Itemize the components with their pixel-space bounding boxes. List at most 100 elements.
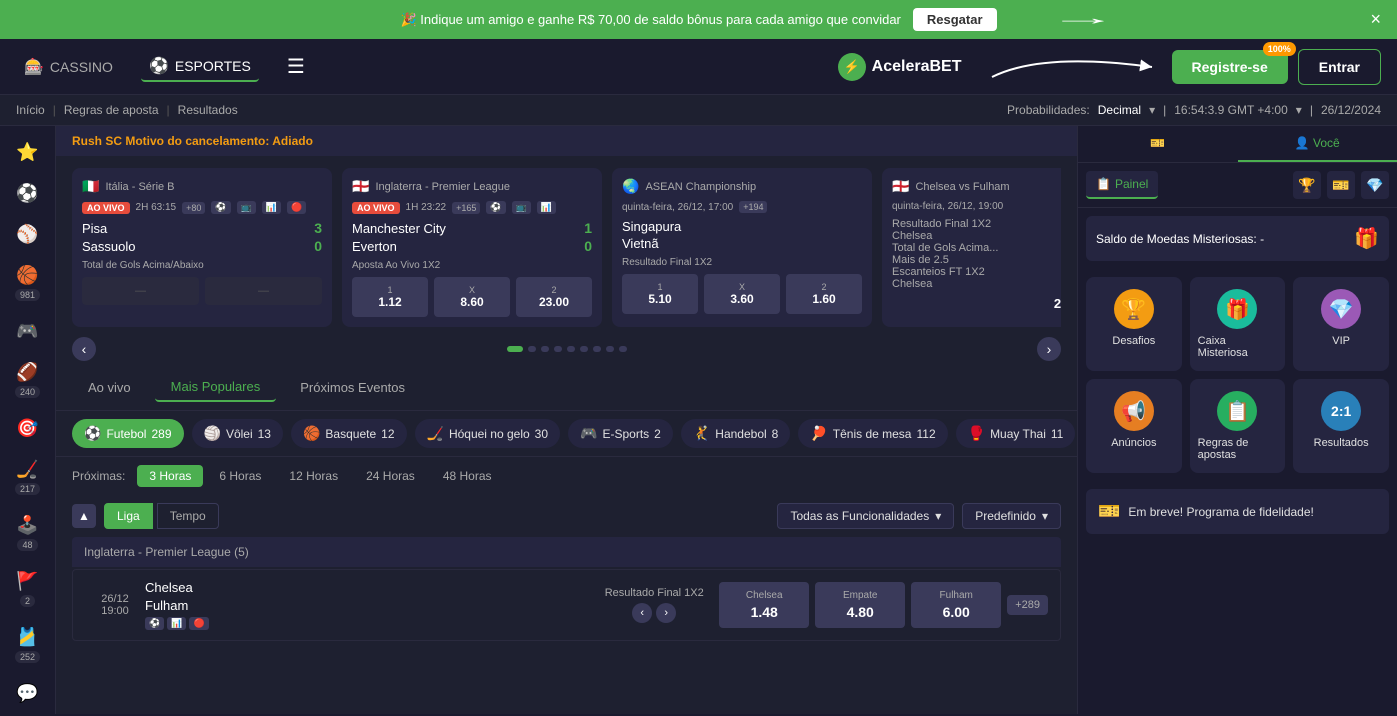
fidelity-banner: 🎫 Em breve! Programa de fidelidade! — [1086, 489, 1389, 534]
odd-1-2[interactable]: — — [205, 277, 322, 305]
action-caixa-misteriosa[interactable]: 🎁 Caixa Misteriosa — [1190, 277, 1286, 371]
time-6h[interactable]: 6 Horas — [207, 465, 273, 487]
action-resultados[interactable]: 2:1 Resultados — [1293, 379, 1389, 473]
ticket-icon-btn[interactable]: 🎫 — [1327, 171, 1355, 199]
odds-prev[interactable]: ‹ — [632, 603, 652, 623]
sport-tenis-mesa[interactable]: 🏓 Tênis de mesa 112 — [798, 419, 947, 448]
flag-asean: 🌏 — [622, 178, 639, 195]
dot-2[interactable] — [541, 346, 549, 352]
time-3h[interactable]: 3 Horas — [137, 465, 203, 487]
predefined-dropdown[interactable]: Predefinido ▾ — [962, 503, 1061, 529]
dot-6[interactable] — [593, 346, 601, 352]
time-24h[interactable]: 24 Horas — [354, 465, 427, 487]
view-tempo[interactable]: Tempo — [157, 503, 219, 529]
plus-badge[interactable]: +289 — [1007, 595, 1048, 615]
odd-empate[interactable]: Empate 4.80 — [815, 582, 905, 628]
action-anuncios[interactable]: 📢 Anúncios — [1086, 379, 1182, 473]
logo: ⚡ AceleraBET — [838, 53, 962, 81]
action-desafios[interactable]: 🏆 Desafios — [1086, 277, 1182, 371]
sidebar-item-basketball[interactable]: 🏀 981 — [3, 257, 53, 309]
sport-muay-thai[interactable]: 🥊 Muay Thai 11 — [956, 419, 1076, 448]
inicio-link[interactable]: Início — [16, 103, 45, 117]
time-48h[interactable]: 48 Horas — [431, 465, 504, 487]
odd-2-2[interactable]: X 8.60 — [434, 277, 510, 317]
league-1: Itália - Série B — [105, 181, 174, 193]
logo-icon: ⚡ — [838, 53, 866, 81]
sport-volei[interactable]: 🏐 Vôlei 13 — [192, 419, 283, 448]
jersey-icon: 🎽 — [16, 627, 38, 648]
odd-3-1[interactable]: 1 5.10 — [622, 274, 698, 314]
gaming-icon: 🎮 — [16, 321, 38, 342]
sidebar-item-esports[interactable]: 🕹️ 48 — [3, 507, 53, 559]
sidebar-item-soccer[interactable]: ⚽ — [3, 175, 53, 212]
right-panel-secondary-tabs: 📋 Painel 🏆 🎫 💎 — [1078, 163, 1397, 208]
dot-0[interactable] — [507, 346, 523, 352]
dot-4[interactable] — [567, 346, 575, 352]
action-vip[interactable]: 💎 VIP — [1293, 277, 1389, 371]
score-action-icon: 2:1 — [1321, 391, 1361, 431]
view-liga[interactable]: Liga — [104, 503, 153, 529]
arrow-icon: → — [1048, 7, 1118, 29]
sport-esports[interactable]: 🎮 E-Sports 2 — [568, 419, 673, 448]
register-button[interactable]: 100% Registre-se — [1172, 50, 1288, 84]
action-regras[interactable]: 📋 Regras de apostas — [1190, 379, 1286, 473]
sidebar-item-jersey[interactable]: 🎽 252 — [3, 619, 53, 671]
banner-text: 🎉 Indique um amigo e ganhe R$ 70,00 de s… — [400, 12, 900, 28]
sidebar-item-football[interactable]: 🏈 240 — [3, 354, 53, 406]
odds-next[interactable]: › — [656, 603, 676, 623]
sidebar-item-flag[interactable]: 🚩 2 — [3, 563, 53, 615]
odd-1-1[interactable]: — — [82, 277, 199, 305]
diamond-icon-btn[interactable]: 💎 — [1361, 171, 1389, 199]
esports-pill-icon: 🎮 — [580, 425, 597, 442]
tab-ao-vivo[interactable]: Ao vivo — [72, 373, 147, 402]
league-2: Inglaterra - Premier League — [375, 181, 510, 193]
login-button[interactable]: Entrar — [1298, 49, 1381, 85]
dot-8[interactable] — [619, 346, 627, 352]
sport-hoquei[interactable]: 🏒 Hóquei no gelo 30 — [415, 419, 561, 448]
sidebar-item-hockey[interactable]: 🏒 217 — [3, 451, 53, 503]
tab-profile[interactable]: 👤 Você — [1238, 126, 1397, 162]
star-icon: ⭐ — [16, 142, 38, 163]
secondary-tab-painel[interactable]: 📋 Painel — [1086, 171, 1158, 199]
decimal-selector[interactable]: Decimal — [1098, 103, 1141, 117]
close-icon[interactable]: × — [1370, 9, 1381, 30]
sidebar-item-target[interactable]: 🎯 — [3, 410, 53, 447]
odd-3-3[interactable]: 2 1.60 — [786, 274, 862, 314]
tab-proximos[interactable]: Próximos Eventos — [284, 373, 421, 402]
time-12h[interactable]: 12 Horas — [277, 465, 350, 487]
trophy-icon-btn[interactable]: 🏆 — [1293, 171, 1321, 199]
dot-5[interactable] — [580, 346, 588, 352]
odd-2-1[interactable]: 1 1.12 — [352, 277, 428, 317]
tab-betslip[interactable]: 🎫 — [1078, 126, 1238, 162]
sidebar-item-gaming[interactable]: 🎮 — [3, 313, 53, 350]
tab-mais-populares[interactable]: Mais Populares — [155, 373, 277, 402]
odd-3-2[interactable]: X 3.60 — [704, 274, 780, 314]
resultados-link[interactable]: Resultados — [178, 103, 238, 117]
baseball-icon: ⚾ — [16, 224, 38, 245]
league-section: Inglaterra - Premier League (5) 26/12 19… — [56, 537, 1077, 641]
hamburger-icon[interactable]: ☰ — [279, 46, 313, 87]
odd-2-3[interactable]: 2 23.00 — [516, 277, 592, 317]
sport-futebol[interactable]: ⚽ Futebol 289 — [72, 419, 184, 448]
sidebar-item-baseball[interactable]: ⚾ — [3, 216, 53, 253]
all-features-dropdown[interactable]: Todas as Funcionalidades ▾ — [777, 503, 954, 529]
carousel-next[interactable]: › — [1037, 337, 1061, 361]
nav-casino[interactable]: 🎰 CASSINO — [16, 53, 121, 81]
odd-fulham[interactable]: Fulham 6.00 — [911, 582, 1001, 628]
sport-basquete[interactable]: 🏀 Basquete 12 — [291, 419, 407, 448]
collapse-button[interactable]: ▲ — [72, 504, 96, 528]
main-layout: ⭐ ⚽ ⚾ 🏀 981 🎮 🏈 240 🎯 🏒 217 🕹️ 48 — [0, 126, 1397, 714]
carousel-prev[interactable]: ‹ — [72, 337, 96, 361]
match-date: 26/12 19:00 — [85, 593, 145, 617]
sidebar-item-chat[interactable]: 💬 — [3, 675, 53, 712]
sport-handebol[interactable]: 🤾 Handebol 8 — [681, 419, 791, 448]
banner-button[interactable]: Resgatar — [913, 8, 997, 31]
sidebar-item-star[interactable]: ⭐ — [3, 134, 53, 171]
home-team-3: Singapura — [622, 219, 681, 234]
dot-7[interactable] — [606, 346, 614, 352]
odd-chelsea[interactable]: Chelsea 1.48 — [719, 582, 809, 628]
nav-esportes[interactable]: ⚽ ESPORTES — [141, 52, 259, 82]
dot-3[interactable] — [554, 346, 562, 352]
regras-link[interactable]: Regras de aposta — [64, 103, 159, 117]
dot-1[interactable] — [528, 346, 536, 352]
